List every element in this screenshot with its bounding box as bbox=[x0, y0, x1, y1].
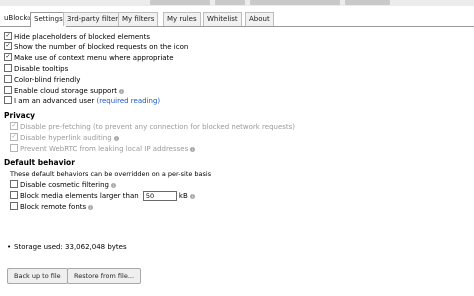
prefetch-checkbox[interactable]: ✓ bbox=[10, 122, 18, 130]
info-icon[interactable]: i bbox=[113, 135, 119, 141]
default-behavior-note: These default behaviors can be overridde… bbox=[10, 170, 212, 178]
tab-3rd-party-filters[interactable]: 3rd-party filters bbox=[63, 12, 126, 26]
privacy-webrtc[interactable]: Prevent WebRTC from leaking local IP add… bbox=[10, 144, 196, 154]
default-remote-fonts[interactable]: Block remote fonts i bbox=[10, 202, 94, 212]
setting-disable-tooltips[interactable]: Disable tooltips bbox=[4, 64, 68, 74]
remote-fonts-label: Block remote fonts bbox=[20, 203, 87, 211]
advanced-user-checkbox[interactable] bbox=[4, 96, 12, 104]
disable-tooltips-label: Disable tooltips bbox=[14, 65, 69, 73]
cloud-storage-label: Enable cloud storage support bbox=[14, 87, 117, 95]
storage-used: Storage used: 33,062,048 bytes bbox=[14, 243, 127, 251]
tab-bar: uBlock₀ Settings 3rd-party filters My fi… bbox=[0, 10, 474, 27]
backup-button[interactable]: Back up to file bbox=[7, 268, 68, 284]
webrtc-label: Prevent WebRTC from leaking local IP add… bbox=[20, 145, 189, 153]
brand-label: uBlock₀ bbox=[4, 14, 31, 22]
blurred-browser-ui bbox=[215, 0, 245, 5]
context-menu-checkbox[interactable]: ✓ bbox=[4, 53, 12, 61]
privacy-hyperlink[interactable]: ✓ Disable hyperlink auditing i bbox=[10, 133, 119, 143]
tab-settings[interactable]: Settings bbox=[30, 12, 67, 27]
show-count-checkbox[interactable]: ✓ bbox=[4, 42, 12, 50]
blurred-browser-ui bbox=[250, 0, 340, 5]
info-icon[interactable]: i bbox=[110, 182, 116, 188]
hide-placeholders-label: Hide placeholders of blocked elements bbox=[14, 33, 150, 41]
remote-fonts-checkbox[interactable] bbox=[10, 202, 18, 210]
default-behavior-heading: Default behavior bbox=[4, 158, 75, 167]
hyperlink-label: Disable hyperlink auditing bbox=[20, 134, 112, 142]
restore-button[interactable]: Restore from file... bbox=[67, 268, 142, 284]
hide-placeholders-checkbox[interactable]: ✓ bbox=[4, 32, 12, 40]
blurred-browser-ui bbox=[150, 0, 210, 5]
media-label: Block media elements larger than bbox=[20, 192, 139, 200]
tab-my-rules[interactable]: My rules bbox=[163, 12, 201, 26]
hyperlink-checkbox[interactable]: ✓ bbox=[10, 133, 18, 141]
setting-hide-placeholders[interactable]: ✓ Hide placeholders of blocked elements bbox=[4, 32, 150, 42]
blurred-browser-ui bbox=[345, 0, 390, 5]
color-blind-checkbox[interactable] bbox=[4, 75, 12, 83]
privacy-heading: Privacy bbox=[4, 111, 36, 120]
setting-cloud-storage[interactable]: Enable cloud storage support i bbox=[4, 86, 124, 96]
setting-advanced-user[interactable]: I am an advanced user (required reading) bbox=[4, 96, 160, 106]
default-media[interactable]: Block media elements larger than 50 kB i bbox=[10, 191, 195, 201]
cloud-storage-checkbox[interactable] bbox=[4, 86, 12, 94]
info-icon[interactable]: i bbox=[189, 193, 195, 199]
media-checkbox[interactable] bbox=[10, 191, 18, 199]
setting-show-count[interactable]: ✓ Show the number of blocked requests on … bbox=[4, 42, 188, 52]
info-icon[interactable]: i bbox=[118, 88, 124, 94]
media-size-input[interactable]: 50 bbox=[142, 191, 177, 201]
prefetch-label: Disable pre-fetching (to prevent any con… bbox=[20, 123, 296, 131]
media-unit-label: kB bbox=[178, 192, 188, 200]
show-count-label: Show the number of blocked requests on t… bbox=[14, 43, 189, 51]
browser-top-strip bbox=[0, 0, 474, 6]
color-blind-label: Color-blind friendly bbox=[14, 76, 81, 84]
tab-about[interactable]: About bbox=[245, 12, 274, 26]
cosmetic-checkbox[interactable] bbox=[10, 180, 18, 188]
required-reading-link[interactable]: (required reading) bbox=[97, 97, 161, 105]
tab-my-filters[interactable]: My filters bbox=[118, 12, 159, 26]
privacy-prefetch[interactable]: ✓ Disable pre-fetching (to prevent any co… bbox=[10, 122, 295, 132]
info-icon[interactable]: i bbox=[88, 204, 94, 210]
storage-bullet: • bbox=[7, 243, 12, 251]
advanced-user-label: I am an advanced user bbox=[14, 97, 95, 105]
webrtc-checkbox[interactable] bbox=[10, 144, 18, 152]
cosmetic-label: Disable cosmetic filtering bbox=[20, 181, 109, 189]
info-icon[interactable]: i bbox=[190, 146, 196, 152]
default-cosmetic[interactable]: Disable cosmetic filtering i bbox=[10, 180, 116, 190]
setting-color-blind[interactable]: Color-blind friendly bbox=[4, 75, 80, 85]
context-menu-label: Make use of context menu where appropria… bbox=[14, 54, 174, 62]
setting-context-menu[interactable]: ✓ Make use of context menu where appropri… bbox=[4, 53, 174, 63]
tab-whitelist[interactable]: Whitelist bbox=[203, 12, 242, 26]
disable-tooltips-checkbox[interactable] bbox=[4, 64, 12, 72]
